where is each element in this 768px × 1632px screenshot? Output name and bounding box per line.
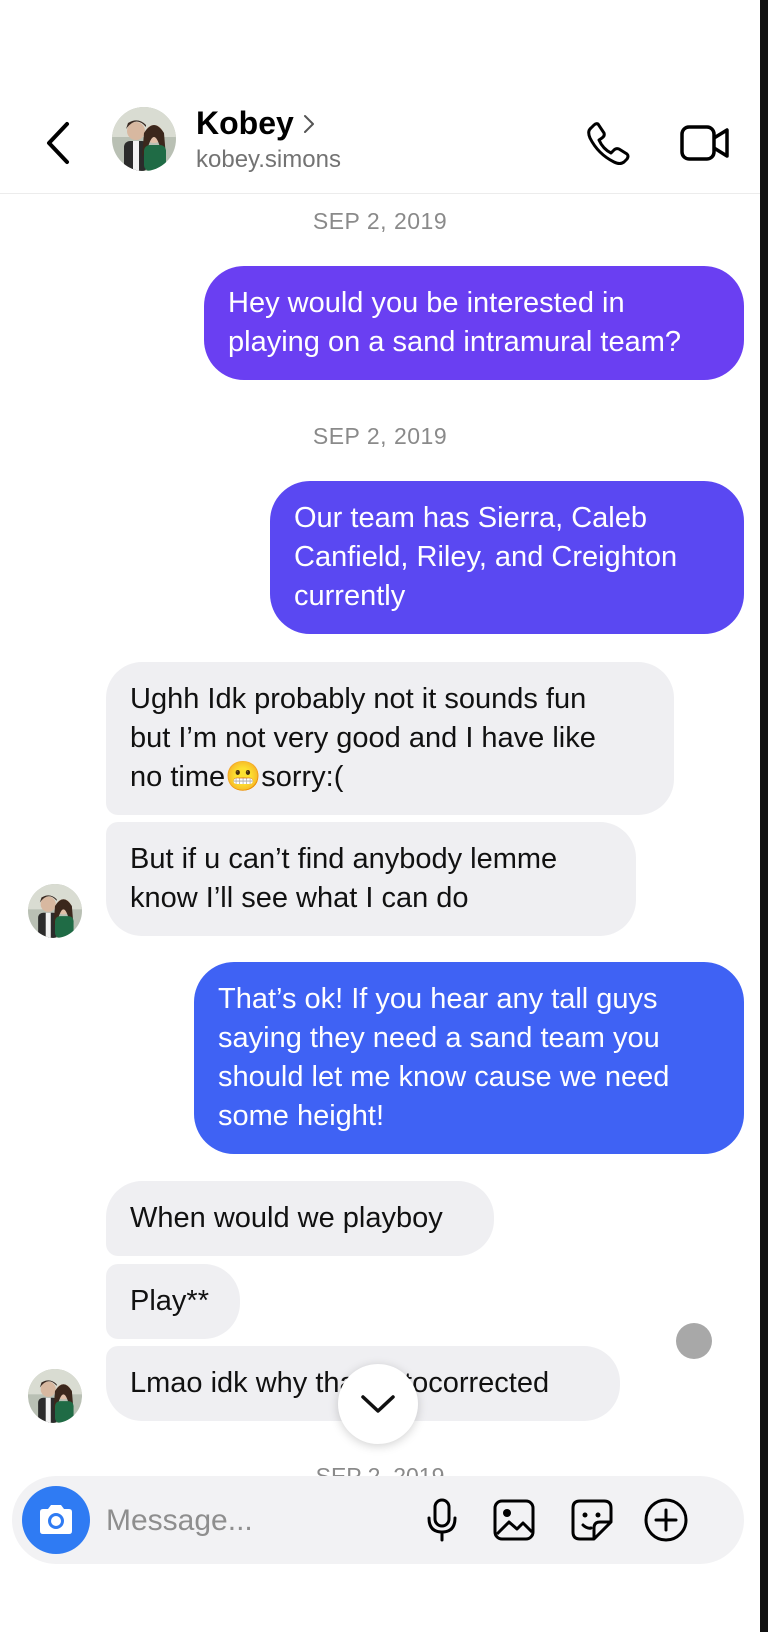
screen-edge	[760, 0, 768, 1632]
add-icon	[644, 1498, 688, 1542]
more-options-button[interactable]	[642, 1496, 690, 1544]
scroll-to-bottom-button[interactable]	[338, 1364, 418, 1444]
message-text: sorry:(	[261, 761, 344, 793]
sticker-button[interactable]	[568, 1496, 616, 1544]
message-input[interactable]	[104, 1490, 408, 1552]
video-call-icon	[680, 125, 729, 161]
message-text-line: Play**	[130, 1285, 209, 1317]
voice-message-button[interactable]	[418, 1496, 466, 1544]
incoming-message[interactable]: But if u can’t find anybody lemme know I…	[106, 822, 636, 936]
camera-button[interactable]	[22, 1486, 90, 1554]
outgoing-message[interactable]: Our team has Sierra, Caleb Canfield, Ril…	[270, 481, 744, 634]
gallery-icon	[493, 1499, 535, 1541]
message-text-line: Ughh Idk probably not it sounds fun	[130, 683, 587, 715]
sticker-icon	[571, 1499, 613, 1541]
avatar-photo	[28, 884, 82, 938]
gallery-button[interactable]	[490, 1496, 538, 1544]
message-text-line: When would we playboy	[130, 1202, 443, 1234]
avatar-photo	[28, 1369, 82, 1423]
message-text-line: saying they need a sand team you	[218, 1022, 660, 1054]
chevron-down-icon	[361, 1395, 395, 1413]
video-call-button[interactable]	[672, 113, 738, 173]
typing-indicator-dot	[676, 1323, 712, 1359]
date-divider: SEP 2, 2019	[312, 423, 448, 449]
contact-avatar[interactable]	[112, 107, 176, 171]
message-composer	[12, 1476, 744, 1564]
contact-handle: kobey.simons	[196, 146, 341, 173]
call-icon	[587, 122, 630, 165]
audio-call-button[interactable]	[578, 113, 638, 173]
avatar-photo	[112, 107, 176, 171]
message-text-line: Canfield, Riley, and Creighton	[294, 541, 678, 573]
message-text-line: some height!	[218, 1100, 385, 1132]
dm-thread-screen: Kobey kobey.simons SEP 2, 2019 Hey would…	[0, 0, 768, 1632]
microphone-icon	[427, 1498, 457, 1542]
message-text-line: but I’m not very good and I have like	[130, 722, 596, 754]
contact-info[interactable]: Kobey kobey.simons	[196, 105, 341, 174]
incoming-message[interactable]: When would we playboy	[106, 1181, 494, 1256]
message-text-line: That’s ok! If you hear any tall guys	[218, 983, 658, 1015]
message-text-line: know I’ll see what I can do	[130, 882, 469, 914]
message-text-line: But if u can’t find anybody lemme	[130, 843, 558, 875]
message-text-line: no time😬sorry:(	[130, 758, 650, 797]
date-divider: SEP 2, 2019	[312, 208, 448, 234]
camera-icon	[40, 1505, 72, 1534]
back-button[interactable]	[36, 113, 80, 173]
incoming-message[interactable]: Play**	[106, 1264, 240, 1339]
grimace-emoji: 😬	[225, 761, 262, 793]
message-text-line: should let me know cause we need	[218, 1061, 670, 1093]
message-text-line: playing on a sand intramural team?	[228, 326, 681, 358]
message-text-line: Our team has Sierra, Caleb	[294, 502, 647, 534]
message-text-line: Hey would you be interested in	[228, 287, 625, 319]
contact-name: Kobey	[196, 105, 294, 141]
thread-header: Kobey kobey.simons	[0, 95, 760, 194]
chevron-right-icon	[303, 114, 314, 133]
sender-avatar[interactable]	[28, 1369, 82, 1423]
back-chevron-icon	[47, 122, 69, 164]
message-text: no time	[130, 761, 226, 793]
incoming-message[interactable]: Ughh Idk probably not it sounds fun but …	[106, 662, 674, 815]
outgoing-message[interactable]: Hey would you be interested in playing o…	[204, 266, 744, 380]
message-text-line: currently	[294, 580, 406, 612]
outgoing-message[interactable]: That’s ok! If you hear any tall guys say…	[194, 962, 744, 1154]
sender-avatar[interactable]	[28, 884, 82, 938]
date-divider: SEP 2, 2019	[315, 1463, 445, 1476]
